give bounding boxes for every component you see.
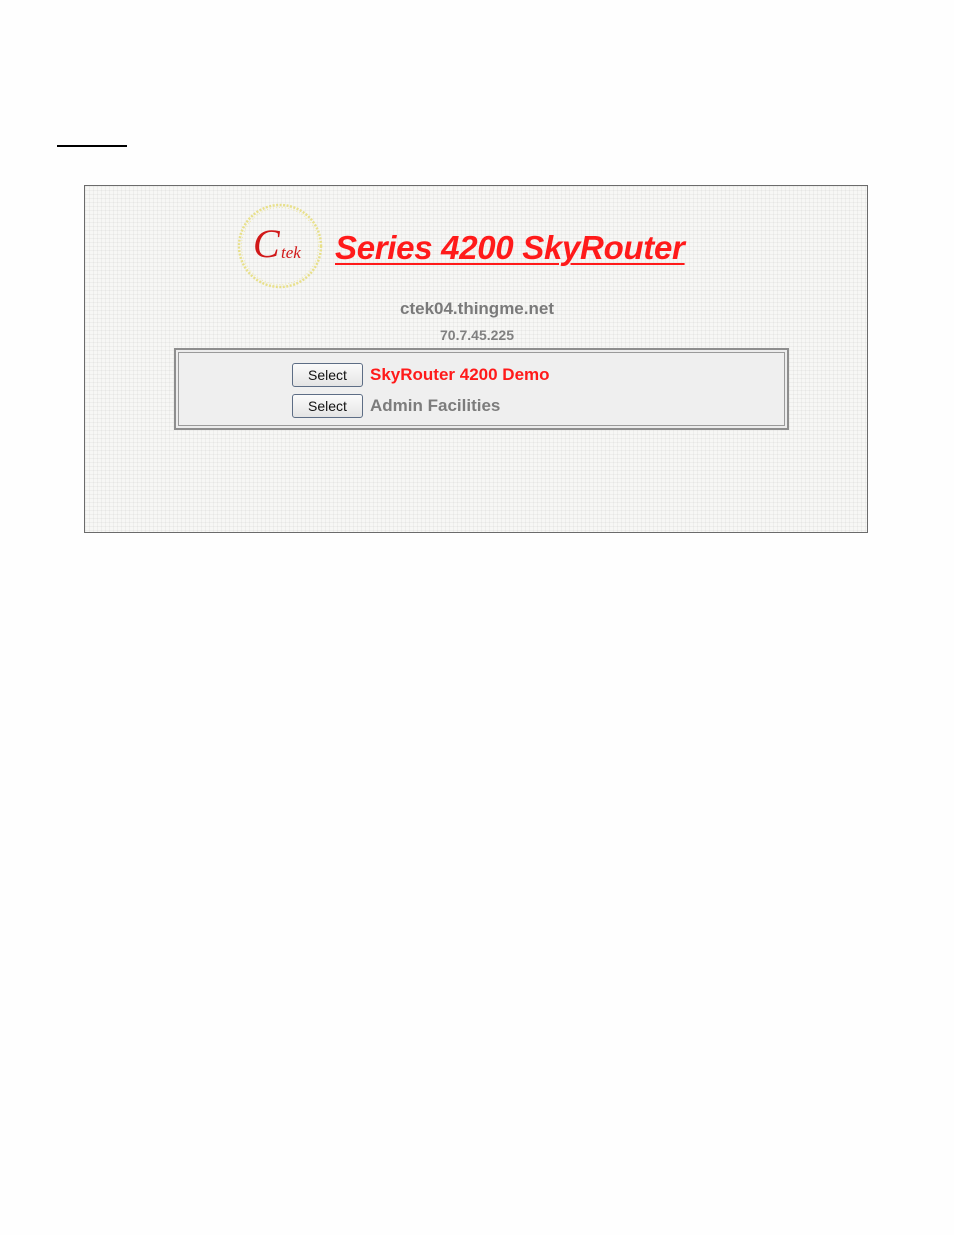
- device-ip-address: 70.7.45.225: [440, 327, 514, 343]
- document-page: C tek Series 4200 SkyRouter ctek04.thing…: [0, 0, 954, 1235]
- selection-menu-panel: Select SkyRouter 4200 Demo Select Admin …: [174, 348, 789, 430]
- menu-item-skyrouter-demo: Select SkyRouter 4200 Demo: [292, 362, 550, 388]
- select-skyrouter-demo-button[interactable]: Select: [292, 363, 363, 387]
- select-admin-facilities-button[interactable]: Select: [292, 394, 363, 418]
- menu-item-label: SkyRouter 4200 Demo: [370, 365, 550, 384]
- ctek-logo-icon: C tek: [237, 203, 323, 289]
- device-hostname: ctek04.thingme.net: [400, 299, 554, 318]
- router-login-screenshot: C tek Series 4200 SkyRouter ctek04.thing…: [84, 185, 868, 533]
- menu-item-label: Admin Facilities: [370, 396, 501, 415]
- svg-text:C: C: [253, 221, 281, 266]
- logo-header: C tek Series 4200 SkyRouter: [235, 201, 735, 293]
- product-title: Series 4200 SkyRouter: [335, 229, 685, 266]
- heading-underline: [57, 145, 127, 147]
- menu-item-admin-facilities: Select Admin Facilities: [292, 393, 500, 419]
- svg-text:tek: tek: [281, 243, 301, 262]
